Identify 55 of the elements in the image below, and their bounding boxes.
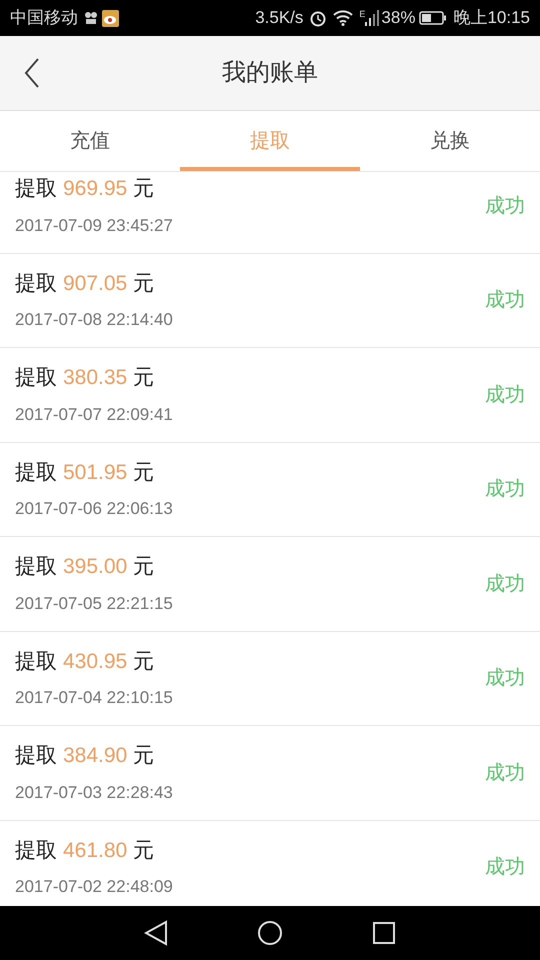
currency-unit: 元 xyxy=(133,176,154,202)
record-type: 提取 xyxy=(15,460,57,486)
record-status: 成功 xyxy=(485,194,525,219)
clock-time: 晚上10:15 xyxy=(453,7,530,30)
record-type: 提取 xyxy=(15,648,57,675)
tab[interactable]: 充值 xyxy=(0,111,180,171)
alarm-icon xyxy=(309,9,328,27)
record-amount: 430.95 xyxy=(63,648,128,675)
record-type: 提取 xyxy=(15,743,57,770)
home-nav-button[interactable] xyxy=(256,920,283,946)
record-type: 提取 xyxy=(15,554,57,580)
recents-nav-button[interactable] xyxy=(372,921,396,945)
record-time: 2017-07-09 23:45:27 xyxy=(15,214,173,237)
network-speed: 3.5K/s xyxy=(255,7,304,30)
record-type: 提取 xyxy=(15,176,57,202)
record-amount: 384.90 xyxy=(63,743,128,770)
record-time: 2017-07-03 22:28:43 xyxy=(15,782,173,804)
record-status: 成功 xyxy=(485,666,525,692)
record-status: 成功 xyxy=(485,288,525,314)
carrier-name: 中国移动 xyxy=(10,7,78,30)
record-status: 成功 xyxy=(485,855,525,880)
currency-unit: 元 xyxy=(133,648,154,675)
record-time: 2017-07-06 22:06:13 xyxy=(15,498,173,520)
record-amount: 461.80 xyxy=(63,838,128,864)
record-status: 成功 xyxy=(485,760,525,786)
record-type: 提取 xyxy=(15,838,57,864)
network-type: E xyxy=(359,8,366,21)
currency-unit: 元 xyxy=(133,743,154,770)
record-time: 2017-07-05 22:21:15 xyxy=(15,592,173,615)
signal-icon xyxy=(365,10,380,26)
currency-unit: 元 xyxy=(133,838,154,864)
currency-unit: 元 xyxy=(133,460,154,486)
record-status: 成功 xyxy=(485,572,525,597)
record-type: 提取 xyxy=(15,270,57,297)
record-status: 成功 xyxy=(485,382,525,408)
record-amount: 380.35 xyxy=(63,365,128,392)
record-time: 2017-07-07 22:09:41 xyxy=(15,404,173,426)
record-amount: 395.00 xyxy=(63,554,128,580)
currency-unit: 元 xyxy=(133,365,154,392)
record-time: 2017-07-04 22:10:15 xyxy=(15,687,173,710)
wifi-icon xyxy=(333,10,354,26)
page-title: 我的账单 xyxy=(222,58,318,88)
battery-icon xyxy=(419,11,448,25)
tab[interactable]: 兑换 xyxy=(360,111,540,171)
record-type: 提取 xyxy=(15,365,57,392)
record-amount: 501.95 xyxy=(63,460,128,486)
record-amount: 907.05 xyxy=(63,270,128,297)
record-time: 2017-07-02 22:48:09 xyxy=(15,876,173,898)
back-nav-button[interactable] xyxy=(144,920,168,946)
battery-percent: 38% xyxy=(381,7,416,30)
record-time: 2017-07-08 22:14:40 xyxy=(15,309,173,332)
currency-unit: 元 xyxy=(133,270,154,297)
record-status: 成功 xyxy=(485,477,525,502)
currency-unit: 元 xyxy=(133,554,154,580)
record-amount: 969.95 xyxy=(63,176,128,202)
